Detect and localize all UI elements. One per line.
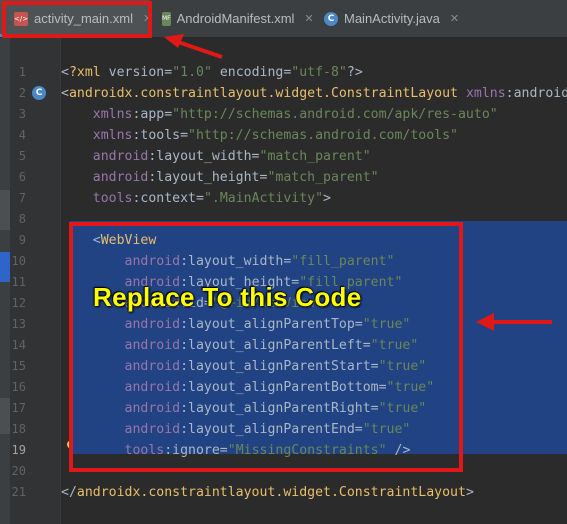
line-number: 16 [11, 380, 26, 394]
code-line: </androidx.constraintlayout.widget.Const… [61, 485, 474, 500]
code-line: tools:context=".MainActivity"> [92, 191, 331, 206]
tool-window-marker[interactable] [0, 398, 10, 434]
tab-android-manifest-xml[interactable]: MF AndroidManifest.xml ✕ [152, 0, 314, 37]
line-number: 19 [11, 443, 26, 457]
line-number: 17 [11, 401, 26, 415]
tab-label: AndroidManifest.xml [176, 11, 295, 26]
line-number: 18 [11, 422, 26, 436]
line-number: 20 [11, 464, 26, 478]
line-number: 15 [11, 359, 26, 373]
line-number: 6 [18, 170, 26, 184]
line-number: 1 [18, 65, 26, 79]
code-line: android:layout_width="match_parent" [92, 149, 371, 164]
class-gutter-icon[interactable]: C [32, 86, 46, 100]
line-number-gutter: 1 2 3 4 5 6 7 8 9 10 11 12 13 14 15 16 1… [10, 38, 61, 524]
tab-label: MainActivity.java [344, 11, 440, 26]
java-class-icon: C [324, 11, 338, 26]
line-number: 21 [11, 485, 26, 499]
line-number: 9 [18, 233, 26, 247]
tab-main-activity-java[interactable]: C MainActivity.java ✕ [318, 0, 468, 37]
line-number: 2 [18, 86, 26, 100]
tool-window-marker[interactable] [0, 252, 10, 282]
line-number: 3 [18, 107, 26, 121]
annotation-overlay-text: Replace To this Code [93, 282, 362, 312]
tab-highlight-box [2, 1, 152, 38]
line-number: 8 [18, 212, 26, 226]
code-line: <?xml version="1.0" encoding="utf-8"?> [61, 65, 363, 80]
line-number: 7 [18, 191, 26, 205]
tool-window-marker[interactable] [0, 190, 10, 230]
line-number: 4 [18, 128, 26, 142]
manifest-file-icon: MF [162, 11, 171, 26]
line-number: 11 [11, 275, 26, 289]
line-number: 12 [11, 296, 26, 310]
code-line: android:layout_height="match_parent" [92, 170, 379, 185]
code-line: xmlns:app="http://schemas.android.com/ap… [92, 107, 498, 122]
code-line: <androidx.constraintlayout.widget.Constr… [61, 86, 567, 101]
line-number: 5 [18, 149, 26, 163]
line-number: 14 [11, 338, 26, 352]
left-tool-strip [0, 38, 10, 524]
line-number: 10 [11, 254, 26, 268]
code-highlight-box [69, 222, 463, 472]
close-icon[interactable]: ✕ [450, 12, 459, 25]
close-icon[interactable]: ✕ [304, 12, 313, 25]
line-number: 13 [11, 317, 26, 331]
code-line: xmlns:tools="http://schemas.android.com/… [92, 128, 458, 143]
